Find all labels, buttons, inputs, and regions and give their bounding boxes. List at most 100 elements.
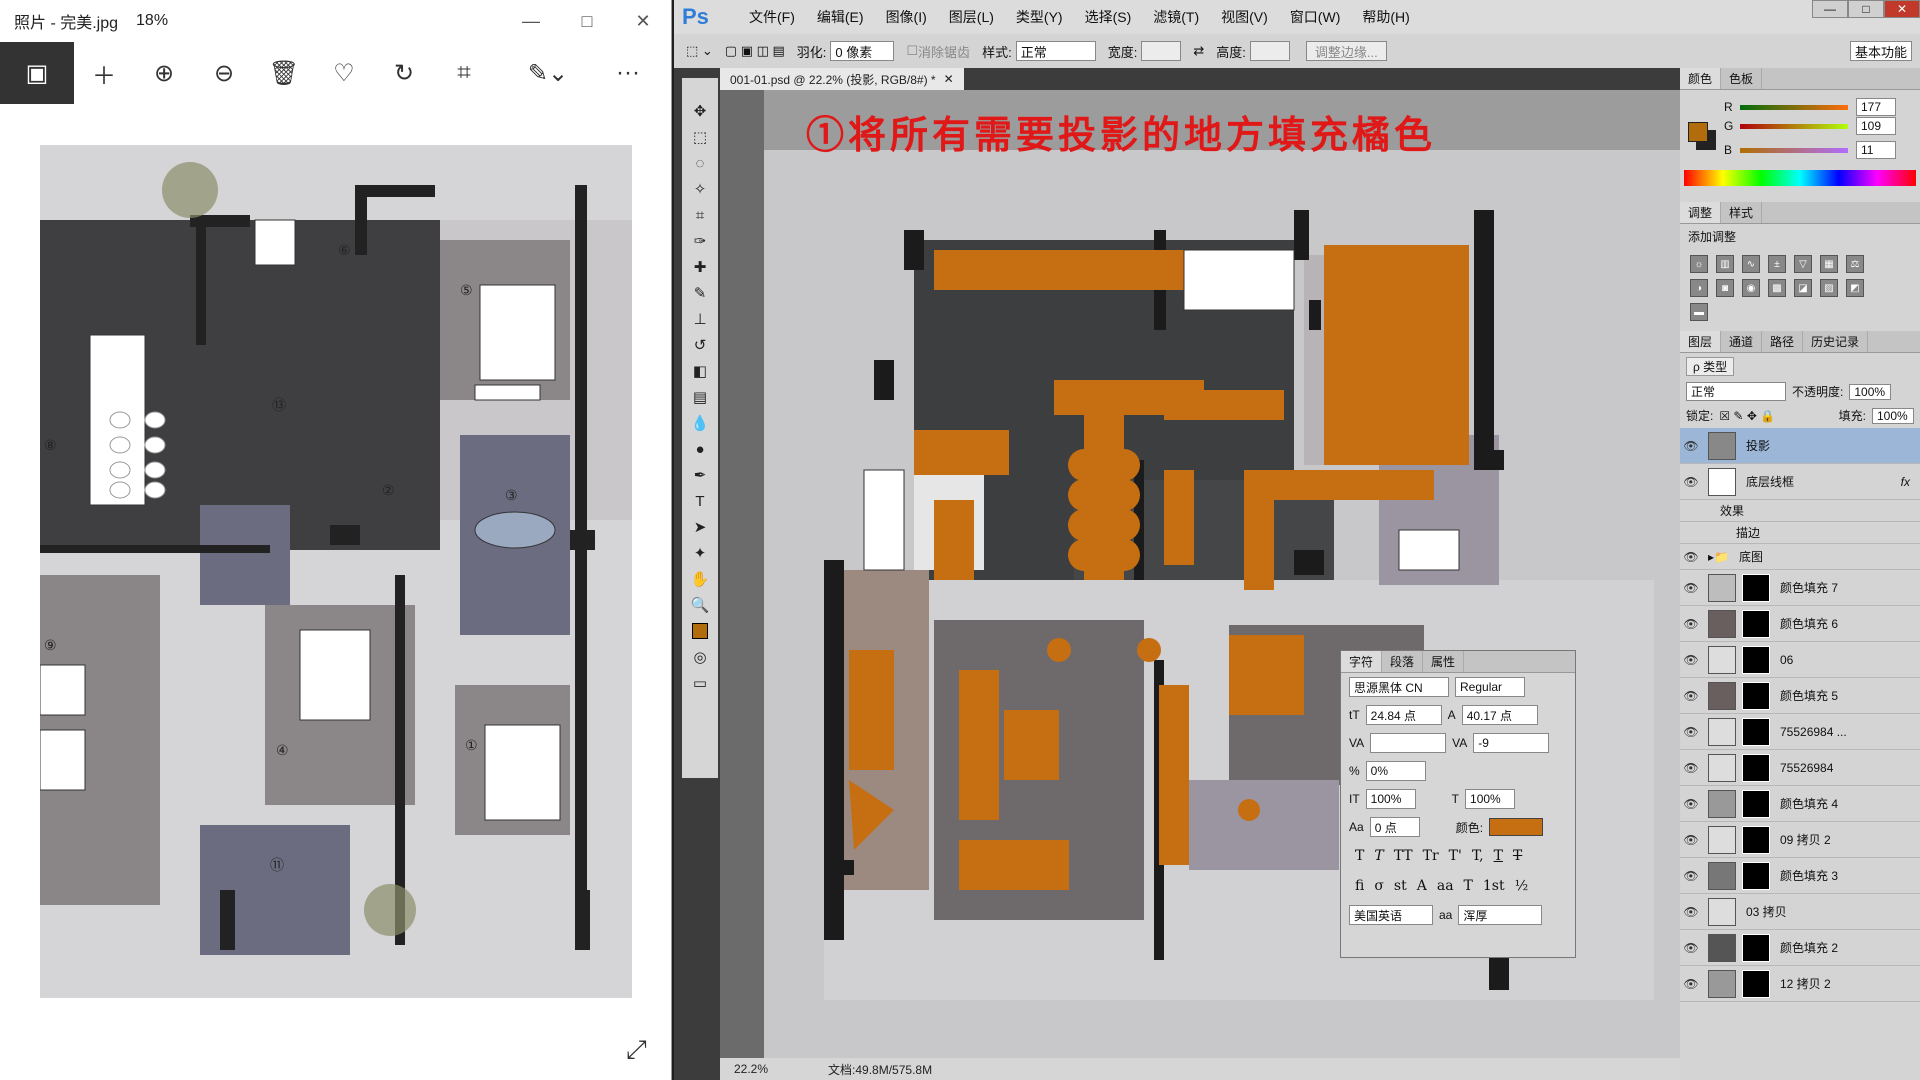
menu-window[interactable]: 窗口(W) — [1279, 7, 1352, 27]
zoom-in-icon[interactable]: ⊕ — [134, 42, 194, 104]
ligature-button[interactable]: fi — [1355, 878, 1364, 894]
horizontal-scale-input[interactable]: 100% — [1465, 789, 1516, 809]
font-size-input[interactable]: 24.84 点 — [1365, 705, 1442, 725]
levels-icon[interactable]: ▥ — [1716, 255, 1734, 273]
menu-view[interactable]: 视图(V) — [1210, 7, 1279, 27]
faux-bold-button[interactable]: T — [1355, 848, 1364, 864]
blend-mode-select[interactable]: 正常 — [1686, 382, 1786, 401]
b-input[interactable]: 11 — [1856, 141, 1896, 159]
width-input[interactable] — [1141, 41, 1182, 61]
history-brush-icon[interactable]: ↺ — [686, 332, 714, 358]
color-swatches-icon[interactable] — [686, 618, 714, 644]
layer-row[interactable]: 👁 颜色填充 6 — [1680, 606, 1920, 642]
eye-icon[interactable]: 👁 — [1680, 761, 1702, 775]
tab-history[interactable]: 历史记录 — [1803, 331, 1869, 352]
r-slider[interactable] — [1740, 104, 1848, 110]
layer-row[interactable]: 👁 颜色填充 3 — [1680, 858, 1920, 894]
menu-filter[interactable]: 滤镜(T) — [1142, 7, 1210, 27]
height-input[interactable] — [1249, 41, 1290, 61]
lock-icons[interactable]: ☒ ✎ ✥ 🔒 — [1719, 409, 1775, 423]
tsume-input[interactable]: 0% — [1365, 761, 1426, 781]
eye-icon[interactable]: 👁 — [1680, 439, 1702, 453]
edit-icon[interactable]: ✎⌄ — [518, 42, 578, 104]
color-balance-icon[interactable]: ⚖ — [1846, 255, 1864, 273]
g-slider[interactable] — [1740, 123, 1848, 129]
leading-input[interactable]: 40.17 点 — [1461, 705, 1538, 725]
layer-group-row[interactable]: 👁 ▸📁 底图 — [1680, 544, 1920, 570]
posterize-icon[interactable]: ▨ — [1820, 279, 1838, 297]
eye-icon[interactable]: 👁 — [1680, 905, 1702, 919]
baseline-input[interactable]: 0 点 — [1369, 817, 1420, 837]
close-icon[interactable]: ✕ — [615, 0, 671, 42]
all-caps-button[interactable]: TT — [1394, 848, 1413, 864]
vertical-scale-input[interactable]: 100% — [1365, 789, 1416, 809]
black-white-icon[interactable]: ◑ — [1690, 279, 1708, 297]
swap-icon[interactable]: ⇄ — [1193, 43, 1204, 59]
g-input[interactable]: 109 — [1856, 117, 1896, 135]
pen-tool-icon[interactable]: ✒ — [686, 462, 714, 488]
marquee-tool-icon[interactable]: ⬚ ⌄ — [686, 43, 713, 59]
marquee-tool-icon[interactable]: ⬚ — [686, 124, 714, 150]
tab-character[interactable]: 字符 — [1341, 651, 1383, 672]
layer-row[interactable]: 👁 09 拷贝 2 — [1680, 822, 1920, 858]
eye-icon[interactable]: 👁 — [1680, 689, 1702, 703]
gallery-icon[interactable]: ▣ — [0, 42, 74, 104]
maximize-icon[interactable]: □ — [559, 0, 615, 42]
tab-swatches[interactable]: 色板 — [1721, 68, 1763, 89]
underline-button[interactable]: T — [1494, 848, 1503, 864]
more-icon[interactable]: ··· — [598, 42, 658, 104]
curves-icon[interactable]: ∿ — [1742, 255, 1760, 273]
eraser-tool-icon[interactable]: ◧ — [686, 358, 714, 384]
minimize-icon[interactable]: — — [1812, 0, 1848, 18]
eye-icon[interactable]: 👁 — [1680, 617, 1702, 631]
path-select-icon[interactable]: ➤ — [686, 514, 714, 540]
eye-icon[interactable]: 👁 — [1680, 941, 1702, 955]
crop-icon[interactable]: ⌗ — [434, 42, 494, 104]
photo-filter-icon[interactable]: ◙ — [1716, 279, 1734, 297]
doc-tab[interactable]: 001-01.psd @ 22.2% (投影, RGB/8#) * ✕ — [720, 68, 964, 90]
layer-row[interactable]: 👁 12 拷贝 2 — [1680, 966, 1920, 1002]
healing-tool-icon[interactable]: ✚ — [686, 254, 714, 280]
eye-icon[interactable]: 👁 — [1680, 475, 1702, 489]
layer-row[interactable]: 👁 颜色填充 5 — [1680, 678, 1920, 714]
menu-layer[interactable]: 图层(L) — [938, 7, 1005, 27]
heart-icon[interactable]: ♡ — [314, 42, 374, 104]
layer-row[interactable]: 👁 颜色填充 7 — [1680, 570, 1920, 606]
small-caps-button[interactable]: Tr — [1423, 848, 1439, 864]
fill-input[interactable]: 100% — [1872, 407, 1914, 424]
faux-italic-button[interactable]: T — [1374, 848, 1383, 864]
selection-mode-icons[interactable]: ▢ ▣ ◫ ▤ — [725, 43, 785, 59]
eye-icon[interactable]: 👁 — [1680, 725, 1702, 739]
brightness-icon[interactable]: ☼ — [1690, 255, 1708, 273]
titling-alt-button[interactable]: aa — [1437, 878, 1454, 894]
tab-properties[interactable]: 属性 — [1423, 651, 1465, 672]
kerning-input[interactable] — [1370, 733, 1447, 753]
layer-row[interactable]: 👁 75526984 — [1680, 750, 1920, 786]
tab-color[interactable]: 颜色 — [1680, 68, 1722, 89]
layer-row[interactable]: 👁 颜色填充 4 — [1680, 786, 1920, 822]
quick-mask-icon[interactable]: ◎ — [686, 644, 714, 670]
eye-icon[interactable]: 👁 — [1680, 550, 1702, 564]
shape-tool-icon[interactable]: ✦ — [686, 540, 714, 566]
layer-row[interactable]: 👁 底层线框 fx — [1680, 464, 1920, 500]
add-icon[interactable]: ＋ — [74, 42, 134, 104]
color-lookup-icon[interactable]: ▩ — [1768, 279, 1786, 297]
layer-filter-select[interactable]: ρ 类型 — [1686, 357, 1735, 376]
layer-row[interactable]: 👁 03 拷贝 — [1680, 894, 1920, 930]
delete-icon[interactable]: 🗑 — [254, 42, 314, 104]
magic-wand-icon[interactable]: ✧ — [686, 176, 714, 202]
threshold-icon[interactable]: ◩ — [1846, 279, 1864, 297]
layer-effects-row[interactable]: 效果 — [1680, 500, 1920, 522]
screen-mode-icon[interactable]: ▭ — [686, 670, 714, 696]
ps-canvas[interactable] — [764, 90, 1804, 1058]
tab-paths[interactable]: 路径 — [1762, 331, 1804, 352]
strikethrough-button[interactable]: T — [1513, 848, 1522, 864]
layer-row[interactable]: 👁 颜色填充 2 — [1680, 930, 1920, 966]
eye-icon[interactable]: 👁 — [1680, 797, 1702, 811]
brush-tool-icon[interactable]: ✎ — [686, 280, 714, 306]
opacity-input[interactable]: 100% — [1849, 383, 1892, 400]
layer-row[interactable]: 👁 投影 — [1680, 428, 1920, 464]
layer-row[interactable]: 👁 75526984 ... — [1680, 714, 1920, 750]
type-tool-icon[interactable]: T — [686, 488, 714, 514]
stamp-tool-icon[interactable]: ⊥ — [686, 306, 714, 332]
